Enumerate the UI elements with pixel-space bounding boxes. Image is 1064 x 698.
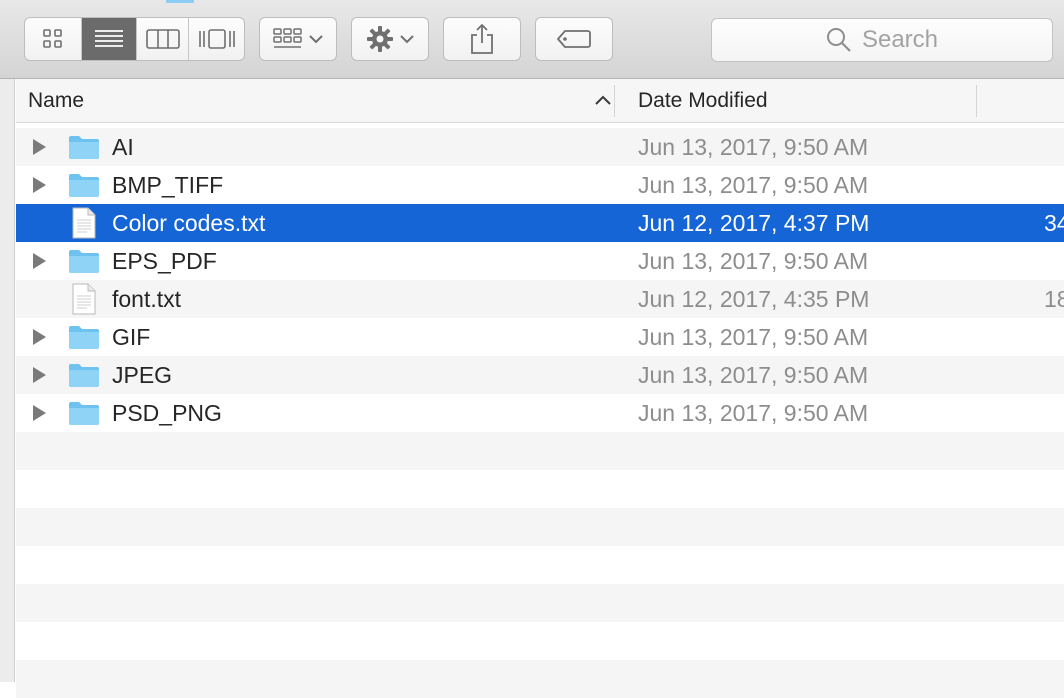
sort-ascending-chevron-icon: [595, 95, 611, 105]
file-size: 34: [1044, 210, 1064, 236]
disclosure-triangle-icon[interactable]: [33, 405, 46, 421]
file-name: EPS_PDF: [112, 248, 217, 274]
column-header: Name Date Modified: [16, 79, 1064, 123]
column-divider[interactable]: [614, 85, 615, 117]
arrange-button[interactable]: [259, 17, 337, 61]
file-list: AI Jun 13, 2017, 9:50 AM BMP_TIFF Jun 13, 2…: [16, 128, 1064, 432]
file-row[interactable]: BMP_TIFF Jun 13, 2017, 9:50 AM: [16, 166, 1064, 204]
columns-icon: [145, 29, 180, 49]
name-column-header[interactable]: Name: [28, 79, 613, 122]
file-row[interactable]: PSD_PNG Jun 13, 2017, 9:50 AM: [16, 394, 1064, 432]
file-date-modified: Jun 13, 2017, 9:50 AM: [638, 248, 869, 274]
tag-icon: [557, 30, 591, 48]
cover-flow-view-button[interactable]: [189, 18, 244, 60]
cover-flow-icon: [198, 29, 235, 49]
file-date-modified: Jun 12, 2017, 4:37 PM: [638, 210, 870, 236]
disclosure-triangle-icon[interactable]: [33, 329, 46, 345]
folder-icon-wrap: [68, 172, 100, 204]
file-row[interactable]: font.txt Jun 12, 2017, 4:35 PM 18: [16, 280, 1064, 318]
file-date-modified: Jun 13, 2017, 9:50 AM: [638, 324, 869, 350]
folder-icon-wrap: [68, 324, 100, 356]
column-divider[interactable]: [976, 85, 977, 117]
file-date-modified: Jun 12, 2017, 4:35 PM: [638, 286, 870, 312]
magnifier-icon: [826, 28, 851, 52]
file-row[interactable]: AI Jun 13, 2017, 9:50 AM: [16, 128, 1064, 166]
file-date-modified: Jun 13, 2017, 9:50 AM: [638, 134, 869, 160]
folder-icon: [69, 136, 99, 159]
share-icon: [471, 23, 493, 54]
chevron-down-icon: [309, 35, 323, 44]
file-row[interactable]: JPEG Jun 13, 2017, 9:50 AM: [16, 356, 1064, 394]
file-name: Color codes.txt: [112, 210, 266, 236]
disclosure-triangle-icon[interactable]: [33, 177, 46, 193]
folder-icon: [69, 364, 99, 387]
file-name: PSD_PNG: [112, 400, 222, 426]
name-column-label: Name: [28, 88, 85, 112]
file-size: 18: [1044, 286, 1064, 312]
folder-icon-wrap: [68, 400, 100, 432]
file-name: BMP_TIFF: [112, 172, 224, 198]
arrange-grid-icon: [273, 28, 302, 48]
file-name: JPEG: [112, 362, 173, 388]
file-row[interactable]: GIF Jun 13, 2017, 9:50 AM: [16, 318, 1064, 356]
text-document-icon: [72, 283, 96, 315]
disclosure-triangle-icon[interactable]: [33, 139, 46, 155]
sidebar-edge: [0, 79, 15, 682]
window-title-folder-icon: [166, 0, 194, 3]
search-field[interactable]: Search: [711, 18, 1053, 62]
text-document-icon: [72, 207, 96, 239]
grid-icon: [43, 29, 62, 48]
folder-icon: [69, 174, 99, 197]
tags-button[interactable]: [535, 17, 613, 61]
list-icon: [95, 30, 123, 47]
action-button[interactable]: [351, 17, 429, 61]
folder-icon: [69, 250, 99, 273]
file-row[interactable]: Color codes.txt Jun 12, 2017, 4:37 PM 34: [16, 204, 1064, 242]
file-date-modified: Jun 13, 2017, 9:50 AM: [638, 362, 869, 388]
file-name: GIF: [112, 324, 151, 350]
share-button[interactable]: [443, 17, 521, 61]
file-date-modified: Jun 13, 2017, 9:50 AM: [638, 400, 869, 426]
icon-view-button[interactable]: [25, 18, 82, 60]
disclosure-triangle-icon[interactable]: [33, 253, 46, 269]
file-icon-wrap: [72, 283, 96, 321]
column-view-button[interactable]: [137, 18, 189, 60]
date-modified-column-label: Date Modified: [638, 88, 768, 112]
file-date-modified: Jun 13, 2017, 9:50 AM: [638, 172, 869, 198]
date-modified-column-header[interactable]: Date Modified: [638, 79, 968, 122]
list-view-button[interactable]: [82, 18, 137, 60]
file-row[interactable]: EPS_PDF Jun 13, 2017, 9:50 AM: [16, 242, 1064, 280]
view-mode-segmented-control: [24, 17, 245, 61]
empty-list-area: [16, 432, 1064, 698]
folder-icon: [69, 326, 99, 349]
file-name: AI: [112, 134, 134, 160]
file-name: font.txt: [112, 286, 182, 312]
search-placeholder: Search: [861, 26, 939, 53]
disclosure-triangle-icon[interactable]: [33, 367, 46, 383]
toolbar: Search: [0, 0, 1064, 79]
file-icon-wrap: [72, 207, 96, 245]
folder-icon-wrap: [68, 134, 100, 166]
gear-icon: [367, 26, 393, 52]
folder-icon: [69, 402, 99, 425]
folder-icon-wrap: [68, 362, 100, 394]
folder-icon-wrap: [68, 248, 100, 280]
chevron-down-icon: [400, 35, 414, 44]
